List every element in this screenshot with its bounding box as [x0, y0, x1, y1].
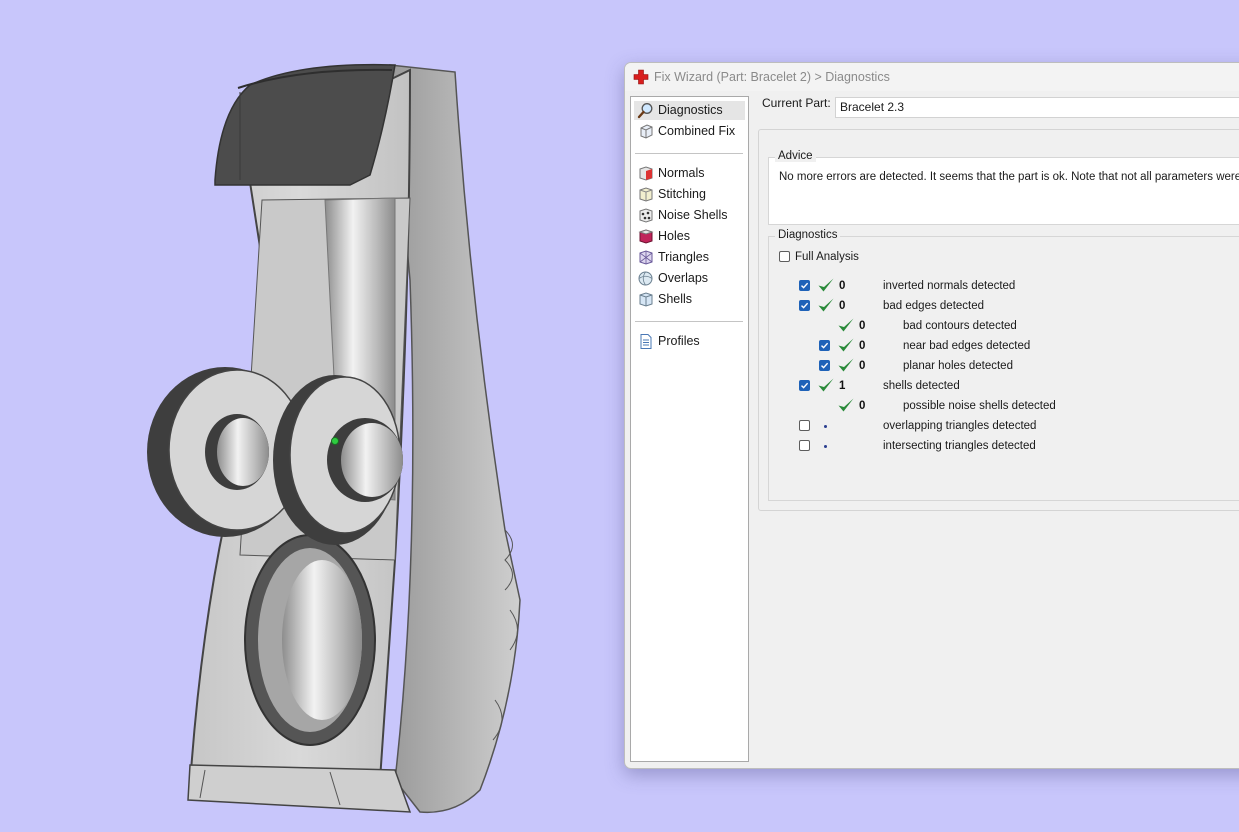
current-part-field[interactable]: Bracelet 2.3	[835, 97, 1239, 118]
holes-icon	[638, 229, 654, 244]
sidebar-item-noise-shells[interactable]: Noise Shells	[634, 206, 745, 225]
sidebar-item-profiles[interactable]: Profiles	[634, 332, 745, 351]
green-check-icon	[817, 277, 835, 294]
row-label: near bad edges detected	[903, 340, 1031, 352]
sidebar-item-triangles[interactable]: Triangles	[634, 248, 745, 267]
bracelet-part-model[interactable]	[0, 0, 620, 832]
row-checkbox[interactable]	[799, 280, 810, 291]
shells-icon	[639, 292, 653, 307]
combined-fix-icon	[640, 124, 653, 139]
row-count: 0	[859, 400, 866, 412]
row-count: 0	[859, 340, 866, 352]
triangles-icon	[639, 250, 653, 265]
row-checkbox[interactable]	[799, 440, 810, 451]
title-bar[interactable]: Fix Wizard (Part: Bracelet 2) > Diagnost…	[625, 63, 1239, 91]
green-check-icon	[817, 377, 835, 394]
row-label: planar holes detected	[903, 360, 1013, 372]
advice-title: Advice	[775, 150, 816, 162]
row-count: 0	[839, 300, 846, 312]
sidebar-item-combined-fix[interactable]: Combined Fix	[634, 122, 745, 141]
magnifier-icon	[637, 103, 653, 119]
green-check-icon	[837, 397, 855, 414]
row-checkbox[interactable]	[799, 300, 810, 311]
row-count: 0	[859, 360, 866, 372]
sidebar-item-holes[interactable]: Holes	[634, 227, 745, 246]
row-count: 0	[839, 280, 846, 292]
row-count: 0	[859, 320, 866, 332]
green-check-icon	[837, 317, 855, 334]
sidebar-separator	[635, 153, 743, 154]
pending-dot-icon	[824, 445, 827, 448]
content-panel: Advice No more errors are detected. It s…	[758, 129, 1239, 511]
row-label: possible noise shells detected	[903, 400, 1056, 412]
full-analysis-checkbox[interactable]	[779, 251, 790, 262]
diagnostics-title: Diagnostics	[775, 229, 841, 241]
row-label: inverted normals detected	[883, 280, 1016, 292]
stitching-icon	[639, 187, 653, 202]
row-label: shells detected	[883, 380, 960, 392]
row-label: intersecting triangles detected	[883, 440, 1036, 452]
advice-text: No more errors are detected. It seems th…	[779, 171, 1239, 183]
row-checkbox[interactable]	[819, 360, 830, 371]
sidebar-separator	[635, 321, 743, 322]
green-check-icon	[837, 357, 855, 374]
pending-dot-icon	[824, 425, 827, 428]
green-check-icon	[817, 297, 835, 314]
sidebar-item-normals[interactable]: Normals	[634, 164, 745, 183]
sidebar-item-diagnostics[interactable]: Diagnostics	[634, 101, 745, 120]
row-label: bad contours detected	[903, 320, 1017, 332]
full-analysis-label: Full Analysis	[795, 251, 859, 263]
normals-icon	[639, 166, 653, 181]
sidebar: Diagnostics Combined Fix Normals Stitchi…	[630, 96, 749, 762]
sidebar-item-overlaps[interactable]: Overlaps	[634, 269, 745, 288]
row-label: bad edges detected	[883, 300, 985, 312]
window-title: Fix Wizard (Part: Bracelet 2) > Diagnost…	[654, 70, 890, 84]
current-part-label: Current Part:	[762, 96, 831, 110]
sidebar-item-stitching[interactable]: Stitching	[634, 185, 745, 204]
sidebar-item-shells[interactable]: Shells	[634, 290, 745, 309]
profiles-icon	[640, 334, 652, 349]
overlaps-icon	[638, 271, 653, 286]
row-count: 1	[839, 380, 846, 392]
fix-wizard-window[interactable]: Fix Wizard (Part: Bracelet 2) > Diagnost…	[624, 62, 1239, 769]
row-label: overlapping triangles detected	[883, 420, 1037, 432]
green-check-icon	[837, 337, 855, 354]
row-checkbox[interactable]	[819, 340, 830, 351]
row-checkbox[interactable]	[799, 420, 810, 431]
diagnostics-group: Diagnostics Full Analysis 0 inverted norm…	[768, 229, 1239, 501]
row-checkbox[interactable]	[799, 380, 810, 391]
noise-shells-icon	[639, 208, 653, 223]
advice-group: Advice No more errors are detected. It s…	[768, 150, 1239, 225]
red-cross-icon	[633, 69, 649, 85]
